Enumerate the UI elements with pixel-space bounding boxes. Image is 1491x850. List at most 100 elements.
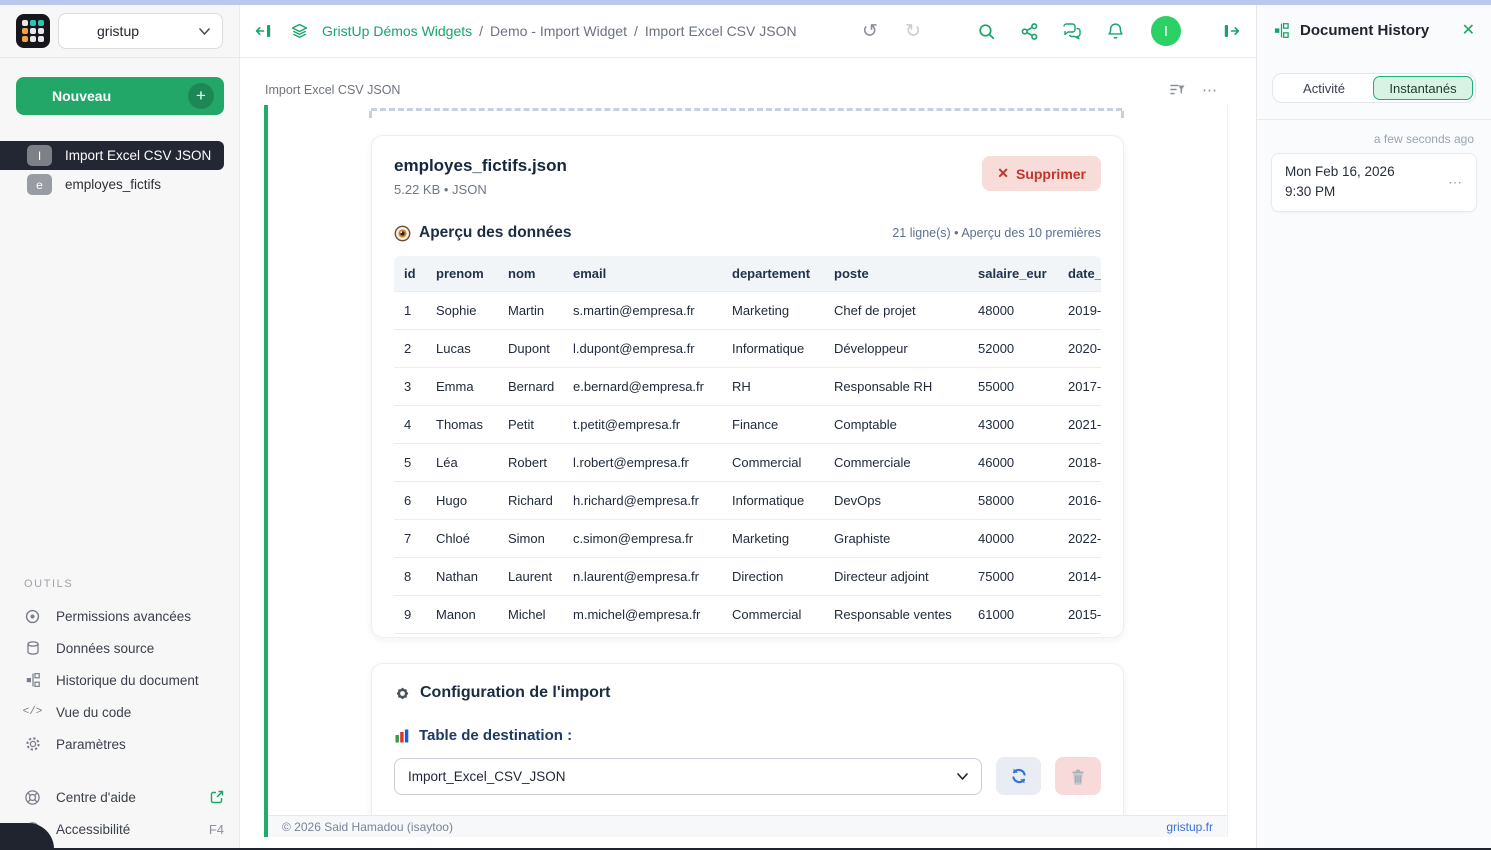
- logo-dot: [30, 28, 36, 34]
- new-button-label: Nouveau: [52, 88, 112, 104]
- gristup-logo-icon[interactable]: [16, 14, 50, 48]
- column-header: poste: [824, 256, 968, 292]
- widget-toolbar: ⋯: [1169, 81, 1218, 99]
- sidebar-item-employes-fictifs[interactable]: e employes_fictifs: [0, 170, 224, 199]
- tool-label: Permissions avancées: [56, 608, 192, 624]
- table-cell: 9: [394, 595, 426, 634]
- main-header: GristUp Démos Widgets / Demo - Import Wi…: [240, 5, 1256, 58]
- table-row: 2 Lucas Dupont l.dupont@empresa.fr Informati…: [394, 329, 1101, 368]
- table-cell: n.laurent@empresa.fr: [563, 557, 722, 596]
- config-header: Configuration de l'import: [394, 684, 1101, 702]
- main-area: GristUp Démos Widgets / Demo - Import Wi…: [240, 5, 1256, 850]
- widget-menu-icon[interactable]: ⋯: [1202, 81, 1218, 99]
- sidebar: gristup Nouveau + I Import Excel CSV JSO…: [0, 5, 240, 850]
- table-cell: Commercial: [722, 595, 824, 634]
- column-header: prenom: [426, 256, 498, 292]
- delete-button-label: Supprimer: [1015, 165, 1086, 182]
- table-cell: Martin: [498, 291, 563, 330]
- new-button[interactable]: Nouveau +: [16, 77, 224, 115]
- table-cell: 2015-1: [1058, 595, 1101, 634]
- page-label: employes_fictifs: [65, 177, 162, 192]
- close-icon: ✕: [997, 165, 1009, 181]
- preview-table: id prenom nom email departement poste salaire_…: [394, 256, 1101, 634]
- sidebar-item-vue-du-code[interactable]: </> Vue du code: [0, 696, 240, 728]
- undo-icon[interactable]: ↺: [859, 20, 881, 42]
- layers-icon: [288, 20, 310, 42]
- import-config-card: Configuration de l'import Table de desti…: [371, 663, 1124, 837]
- sidebar-item-centre-aide[interactable]: Centre d'aide: [0, 781, 240, 813]
- column-header: salaire_eur: [968, 256, 1058, 292]
- bar-chart-icon: [394, 728, 410, 744]
- expand-right-panel-icon[interactable]: [1220, 20, 1242, 42]
- breadcrumb-workspace[interactable]: GristUp Démos Widgets: [322, 23, 472, 39]
- table-cell: 55000: [968, 367, 1058, 406]
- table-cell: Simon: [498, 519, 563, 558]
- table-cell: 2021-0: [1058, 405, 1101, 444]
- table-cell: 6: [394, 481, 426, 520]
- tab-instantanes[interactable]: Instantanés: [1373, 76, 1473, 100]
- table-cell: Chef de projet: [824, 291, 968, 330]
- gristup-link[interactable]: gristup.fr: [1166, 820, 1213, 834]
- tool-label: Paramètres: [56, 736, 126, 752]
- table-cell: Commercial: [722, 443, 824, 482]
- file-header: employes_fictifs.json 5.22 KB • JSON ✕ S…: [394, 156, 1101, 197]
- table-cell: Comptable: [824, 405, 968, 444]
- widget-title-row: Import Excel CSV JSON ⋯: [240, 58, 1256, 99]
- sidebar-item-import-excel-csv-json[interactable]: I Import Excel CSV JSON: [0, 141, 224, 170]
- delete-table-button[interactable]: [1055, 757, 1102, 795]
- table-cell: Chloé: [426, 519, 498, 558]
- sidebar-item-parametres[interactable]: Paramètres: [0, 728, 240, 760]
- breadcrumb-page: Import Excel CSV JSON: [644, 23, 797, 39]
- breadcrumb-separator: /: [479, 23, 484, 39]
- table-cell: Graphiste: [824, 519, 968, 558]
- snapshot-time-ago: a few seconds ago: [1373, 132, 1474, 146]
- collapse-left-panel-icon[interactable]: [252, 20, 274, 42]
- table-cell: 1: [394, 291, 426, 330]
- workspace-selector[interactable]: gristup: [58, 13, 223, 49]
- logo-dot: [30, 20, 36, 26]
- redo-icon[interactable]: ↻: [902, 20, 924, 42]
- destination-table-select[interactable]: Import_Excel_CSV_JSON: [394, 757, 982, 795]
- close-panel-icon[interactable]: ✕: [1462, 20, 1475, 40]
- tab-activite[interactable]: Activité: [1275, 76, 1373, 100]
- document-history-icon: [24, 672, 41, 689]
- avatar[interactable]: I: [1151, 16, 1181, 46]
- snapshot-item[interactable]: Mon Feb 16, 2026 9:30 PM ⋯: [1271, 153, 1477, 212]
- table-row: 7 Chloé Simon c.simon@empresa.fr Marketing Gr…: [394, 519, 1101, 558]
- copyright-text: © 2026 Said Hamadou (isaytoo): [282, 819, 453, 834]
- logo-dot: [30, 36, 36, 42]
- file-name: employes_fictifs.json: [394, 156, 567, 175]
- table-cell: 2014-0: [1058, 557, 1101, 596]
- logo-dot: [38, 28, 44, 34]
- breadcrumb-document[interactable]: Demo - Import Widget: [490, 23, 627, 39]
- logo-dot: [22, 20, 28, 26]
- external-link-icon: [210, 790, 224, 804]
- table-cell: h.richard@empresa.fr: [563, 481, 722, 520]
- tool-label: Données source: [56, 640, 155, 656]
- snapshot-datetime: Mon Feb 16, 2026 9:30 PM: [1285, 162, 1395, 203]
- sort-filter-icon[interactable]: [1169, 82, 1186, 98]
- logo-dot: [22, 28, 28, 34]
- chat-icon[interactable]: [1061, 20, 1083, 42]
- sidebar-item-historique[interactable]: Historique du document: [0, 664, 240, 696]
- search-icon[interactable]: [975, 20, 997, 42]
- table-cell: Finance: [722, 405, 824, 444]
- history-tabs: Activité Instantanés: [1272, 73, 1476, 103]
- share-icon[interactable]: [1018, 20, 1040, 42]
- shortcut-label: F4: [208, 821, 224, 837]
- table-cell: 43000: [968, 405, 1058, 444]
- notifications-bell-icon[interactable]: [1104, 20, 1126, 42]
- table-cell: Directeur adjoint: [824, 557, 968, 596]
- table-cell: Sophie: [426, 291, 498, 330]
- tools-header: OUTILS: [24, 578, 74, 590]
- snapshot-menu-icon[interactable]: ⋯: [1448, 174, 1463, 191]
- table-cell: 48000: [968, 291, 1058, 330]
- delete-file-button[interactable]: ✕ Supprimer: [982, 156, 1101, 191]
- sidebar-item-permissions[interactable]: Permissions avancées: [0, 600, 240, 632]
- file-card: employes_fictifs.json 5.22 KB • JSON ✕ S…: [371, 135, 1124, 638]
- sidebar-item-donnees-source[interactable]: Données source: [0, 632, 240, 664]
- document-history-icon: [1273, 22, 1290, 39]
- refresh-tables-button[interactable]: [995, 757, 1042, 795]
- table-cell: 2022-0: [1058, 519, 1101, 558]
- config-title: Configuration de l'import: [420, 684, 611, 701]
